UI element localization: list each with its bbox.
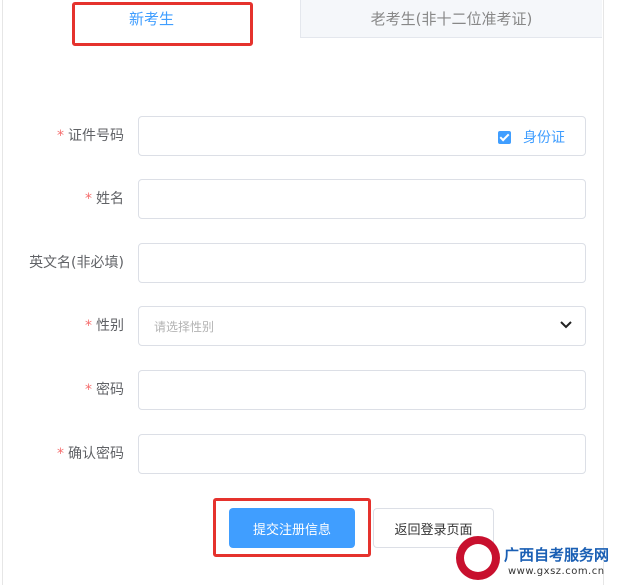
form-row-gender: * 性别 请选择性别: [0, 306, 600, 346]
required-mark: *: [85, 318, 92, 334]
english-name-input[interactable]: [139, 244, 585, 282]
confirm-password-input[interactable]: [139, 435, 585, 473]
gender-select[interactable]: 请选择性别: [138, 306, 586, 346]
name-label-text: 姓名: [96, 191, 124, 207]
required-mark: *: [57, 128, 64, 144]
gender-select-placeholder: 请选择性别: [154, 320, 215, 334]
registration-panel: [2, 0, 604, 585]
id-card-checkbox-wrap[interactable]: 身份证: [498, 126, 565, 148]
site-logo-inner: [464, 544, 492, 572]
password-input[interactable]: [139, 371, 585, 409]
site-watermark: 广西自考服务网 www.gxsz.com.cn: [452, 536, 622, 585]
watermark-site-name: 广西自考服务网: [504, 546, 610, 564]
confirm-password-label: * 确认密码: [57, 434, 124, 474]
confirm-password-label-text: 确认密码: [68, 446, 124, 462]
password-label-text: 密码: [96, 382, 124, 398]
name-input[interactable]: [139, 180, 585, 218]
form-row-confirm-password: * 确认密码: [0, 434, 600, 474]
gender-label-text: 性别: [96, 318, 124, 334]
chevron-down-icon[interactable]: [559, 318, 573, 332]
form-row-password: * 密码: [0, 370, 600, 410]
id-number-field: 身份证: [138, 116, 586, 156]
english-name-field: [138, 243, 586, 283]
required-mark: *: [57, 446, 64, 462]
confirm-password-field: [138, 434, 586, 474]
form-row-english-name: 英文名(非必填): [0, 243, 600, 283]
gender-label: * 性别: [85, 306, 124, 346]
form-row-name: * 姓名: [0, 179, 600, 219]
candidate-type-tabs: 新考生 老考生(非十二位准考证): [3, 0, 602, 38]
site-logo-icon: [456, 536, 500, 580]
name-field: [138, 179, 586, 219]
required-mark: *: [85, 382, 92, 398]
password-label: * 密码: [85, 370, 124, 410]
form-row-id-number: * 证件号码 身份证: [0, 116, 600, 156]
id-number-label-text: 证件号码: [68, 128, 124, 144]
required-mark: *: [85, 191, 92, 207]
id-number-label: * 证件号码: [57, 116, 124, 156]
watermark-url: www.gxsz.com.cn: [508, 566, 605, 577]
submit-registration-button[interactable]: 提交注册信息: [229, 508, 355, 548]
name-label: * 姓名: [85, 179, 124, 219]
password-field: [138, 370, 586, 410]
tab-new-candidate[interactable]: 新考生: [3, 0, 300, 38]
checkbox-checked-icon[interactable]: [498, 130, 511, 144]
english-name-label: 英文名(非必填): [29, 255, 124, 271]
id-card-checkbox-label[interactable]: 身份证: [523, 127, 565, 147]
tab-old-candidate[interactable]: 老考生(非十二位准考证): [300, 0, 602, 38]
